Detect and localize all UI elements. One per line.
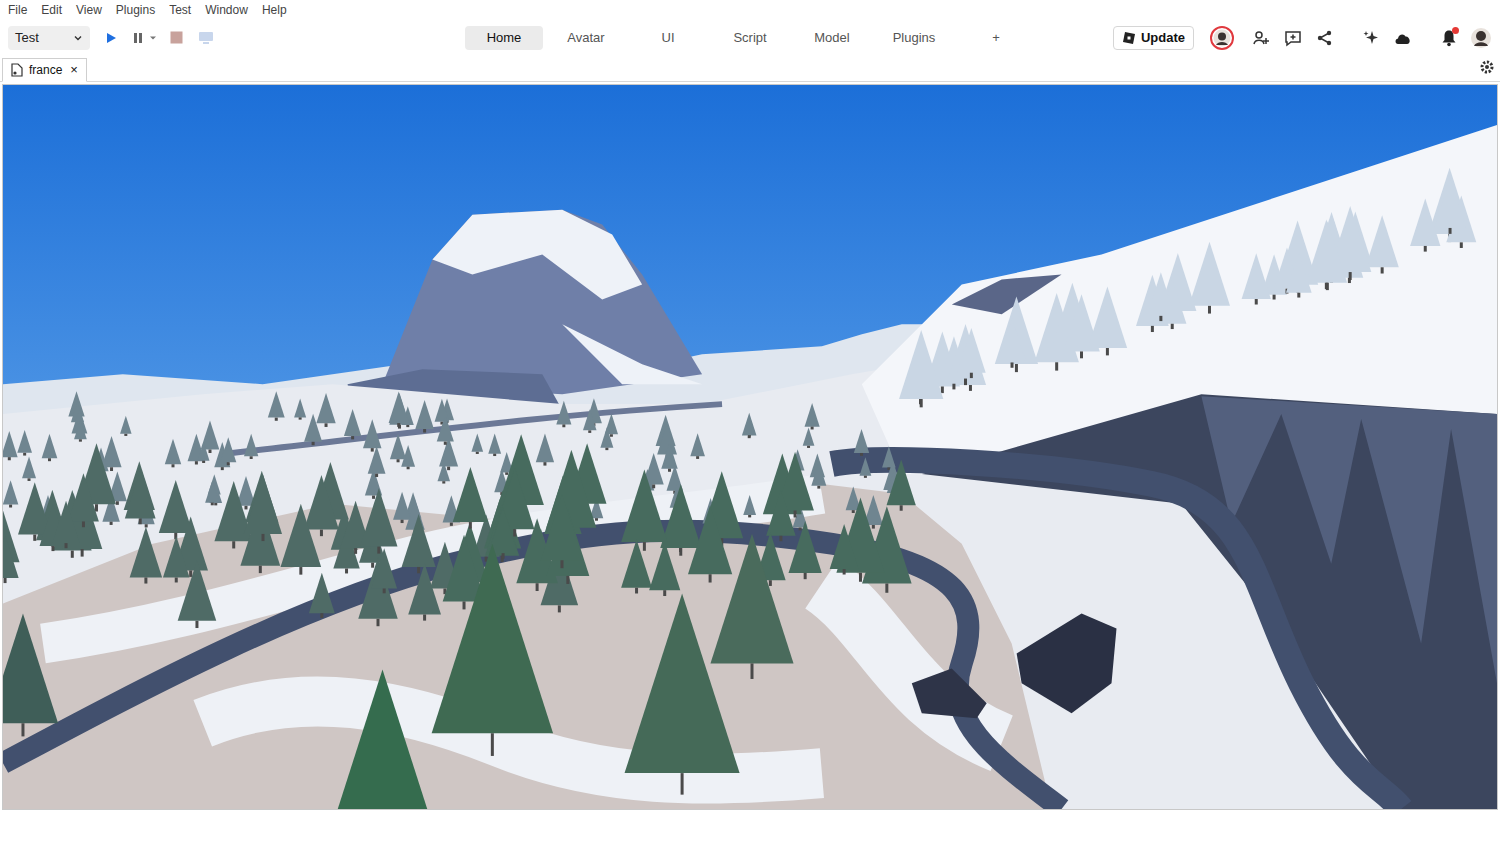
menu-item[interactable]: Window xyxy=(205,1,248,19)
update-button[interactable]: Update xyxy=(1113,26,1194,50)
ribbon-tab[interactable]: Script xyxy=(711,26,789,50)
ribbon-tab[interactable]: Plugins xyxy=(875,26,953,50)
menu-item[interactable]: File xyxy=(8,1,27,19)
ribbon-tab-label: Script xyxy=(733,28,766,48)
update-label: Update xyxy=(1141,28,1185,48)
play-icon[interactable] xyxy=(100,27,122,49)
ribbon-tab-label: UI xyxy=(662,28,675,48)
stop-icon[interactable] xyxy=(165,27,187,49)
chevron-down-icon[interactable] xyxy=(73,33,83,43)
account-avatar-icon[interactable] xyxy=(1210,26,1234,50)
ribbon-tab-label: Plugins xyxy=(893,28,936,48)
mode-select-value: Test xyxy=(15,28,39,48)
document-tab-label: france xyxy=(29,61,62,79)
chat-icon[interactable] xyxy=(1282,27,1304,49)
ribbon-tab[interactable]: Avatar xyxy=(547,26,625,50)
ribbon-tab-label: Model xyxy=(814,28,849,48)
notifications-bell[interactable] xyxy=(1438,27,1460,49)
studio-logo-icon[interactable] xyxy=(1122,31,1136,45)
toolbar-right: Update xyxy=(1035,26,1500,50)
place-file-icon[interactable] xyxy=(11,63,23,77)
add-friend-icon[interactable] xyxy=(1250,27,1272,49)
cloud-icon[interactable] xyxy=(1392,27,1414,49)
mode-select[interactable]: Test xyxy=(8,26,90,50)
ribbon-tab-label: Avatar xyxy=(567,28,604,48)
profile-avatar-icon[interactable] xyxy=(1470,27,1492,49)
ribbon-tab[interactable]: Home xyxy=(465,26,543,50)
menu-bar: File Edit View Plugins Test Window Help xyxy=(0,0,1500,20)
pause-group xyxy=(130,27,157,49)
play-controls xyxy=(100,27,217,49)
settings-gear-icon[interactable] xyxy=(1478,58,1496,76)
pause-icon[interactable] xyxy=(130,27,146,49)
menu-item[interactable]: Edit xyxy=(41,1,62,19)
assistant-icon[interactable] xyxy=(1360,27,1382,49)
close-tab-button[interactable]: × xyxy=(70,60,78,80)
dropdown-arrow-icon[interactable] xyxy=(149,27,157,49)
toolbar: Test Home Avatar UI Script Model Plugins + Upd… xyxy=(0,20,1500,55)
menu-item[interactable]: View xyxy=(76,1,102,19)
share-icon[interactable] xyxy=(1314,27,1336,49)
ribbon-tab[interactable]: UI xyxy=(629,26,707,50)
scene xyxy=(3,85,1497,809)
unread-dot xyxy=(1452,27,1459,34)
document-tab-bar: france × xyxy=(0,55,1500,82)
document-tab[interactable]: france × xyxy=(2,58,87,82)
viewport[interactable] xyxy=(2,84,1498,810)
ribbon-tab[interactable]: Model xyxy=(793,26,871,50)
menu-item[interactable]: Test xyxy=(169,1,191,19)
toolbar-left: Test xyxy=(0,26,465,50)
ribbon-tab-label: Home xyxy=(487,28,522,48)
screen-icon[interactable] xyxy=(195,27,217,49)
menu-item[interactable]: Help xyxy=(262,1,287,19)
menu-item[interactable]: Plugins xyxy=(116,1,155,19)
add-tab-button[interactable]: + xyxy=(957,26,1035,50)
ribbon-tabs: Home Avatar UI Script Model Plugins + xyxy=(465,26,1035,50)
